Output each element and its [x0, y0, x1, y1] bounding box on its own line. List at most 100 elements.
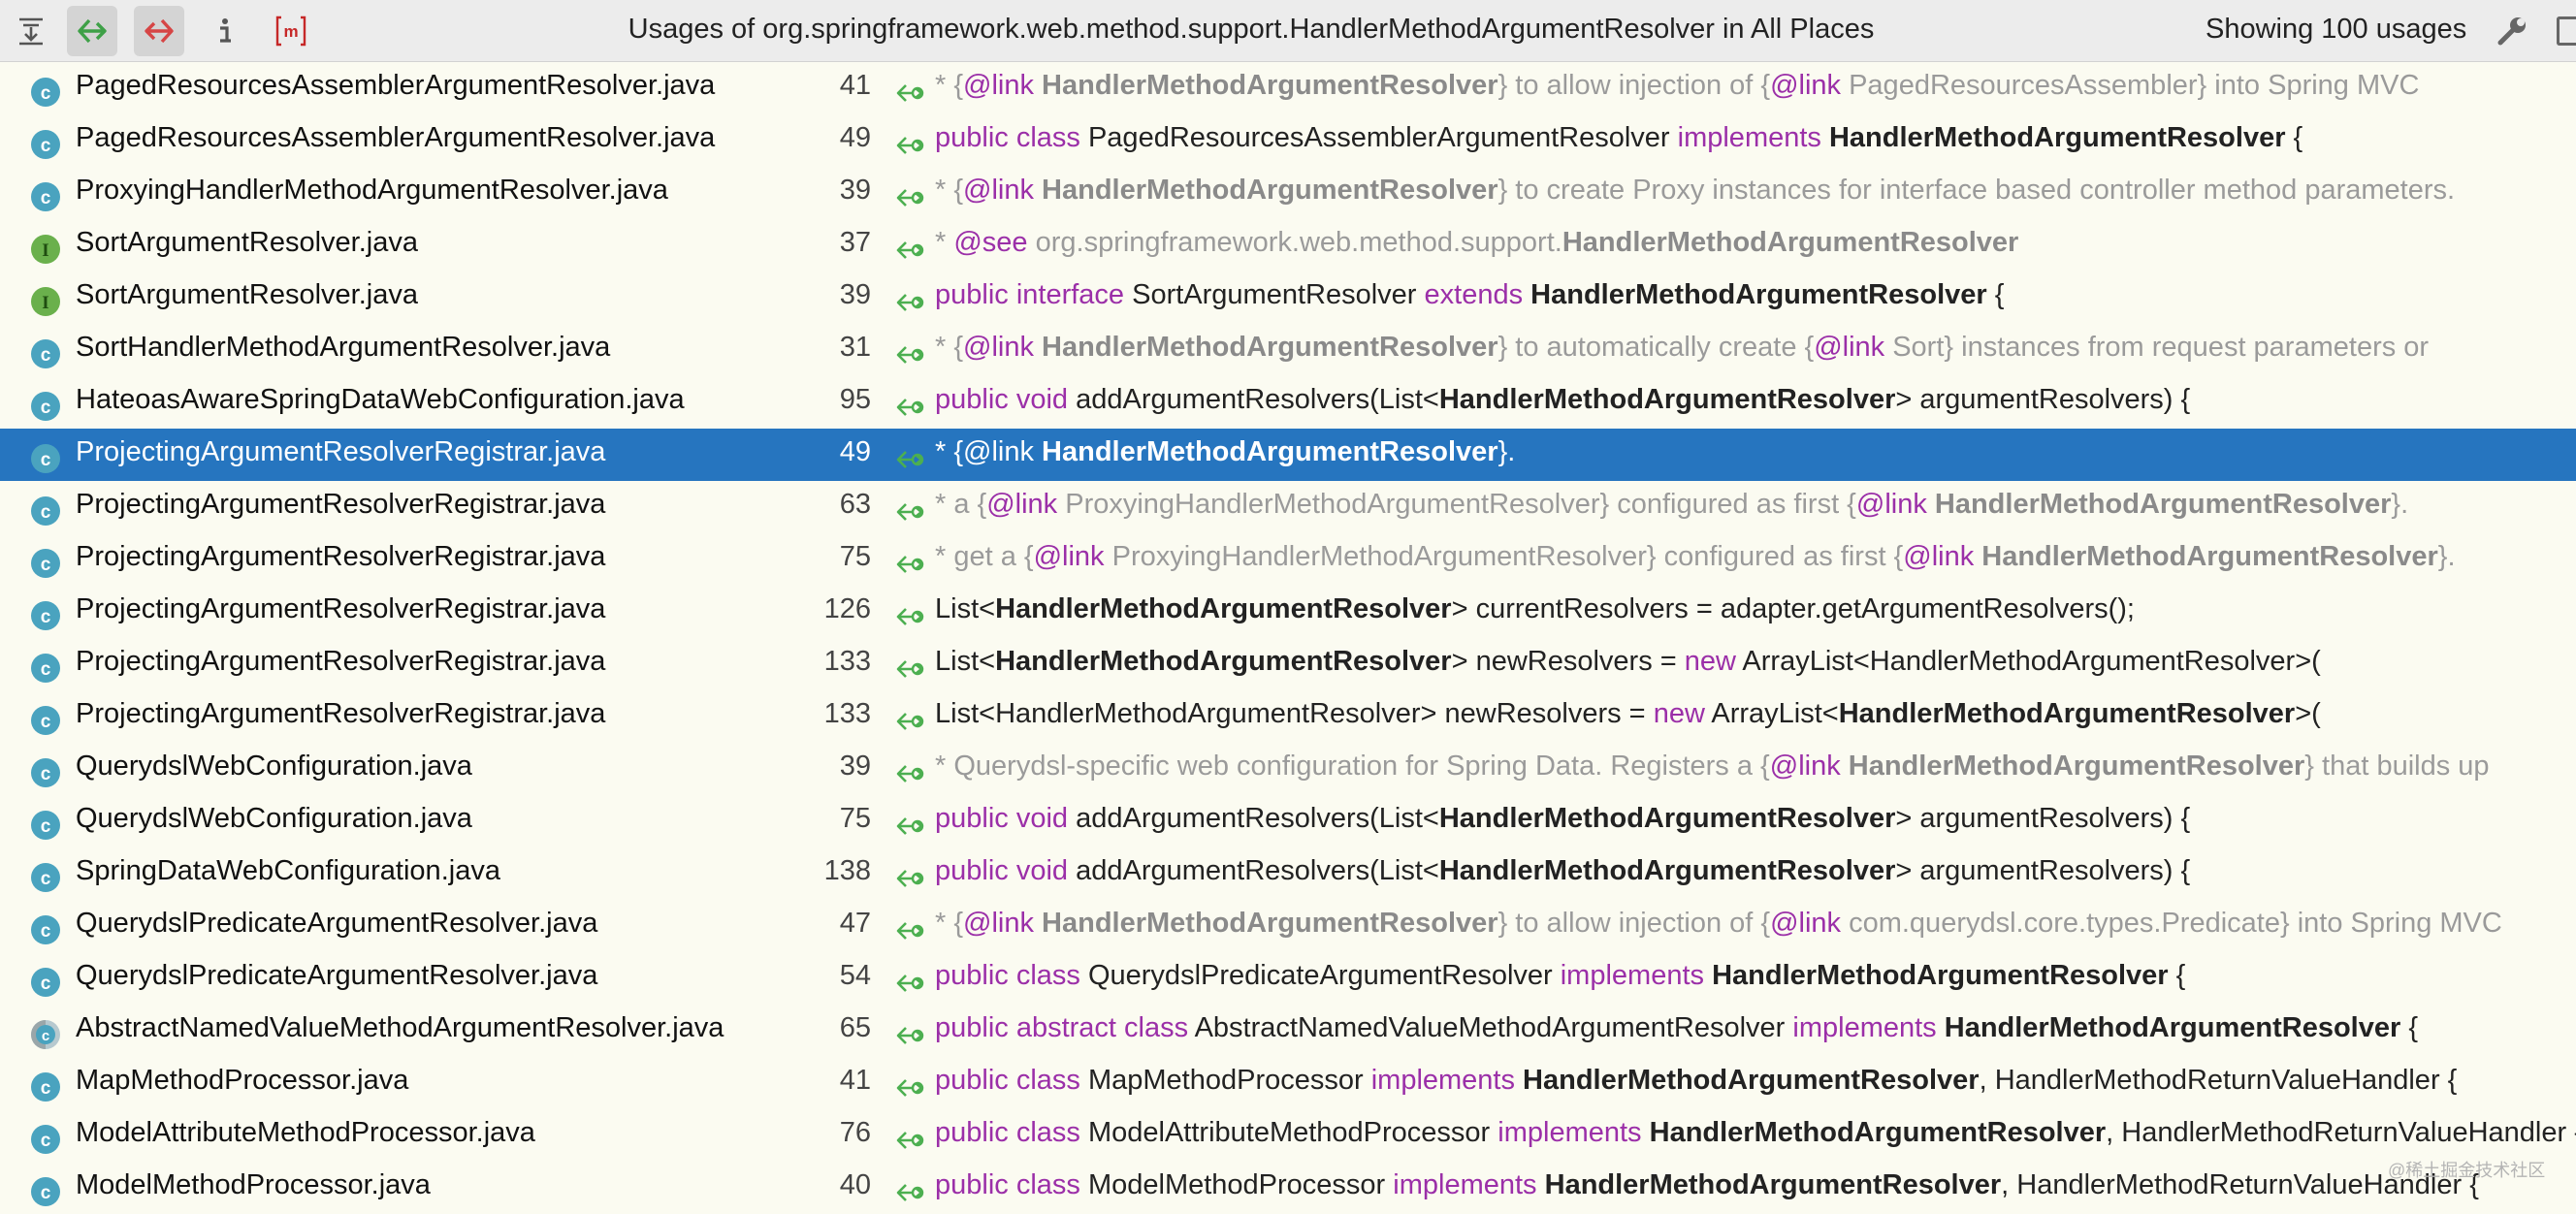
code-token-hit: HandlerMethodArgumentResolver	[1641, 1117, 2107, 1148]
code-token-txt: {	[2400, 1012, 2419, 1043]
usage-row[interactable]: I SortArgumentResolver.java 37 * @see org.…	[0, 219, 2576, 272]
usage-arrow-icon	[894, 391, 927, 424]
info-button[interactable]	[200, 6, 250, 56]
next-occurrence-button[interactable]	[134, 6, 184, 56]
code-token-hit: HandlerMethodArgumentResolver	[1936, 1012, 2401, 1043]
usage-code-snippet: * {@link HandlerMethodArgumentResolver} …	[935, 324, 2429, 376]
usage-row[interactable]: c ProjectingArgumentResolverRegistrar.jav…	[0, 690, 2576, 743]
code-token-kw: public void	[935, 855, 1069, 886]
code-token-doctag: @link	[963, 175, 1034, 206]
code-token-txt: > argumentResolvers) {	[1895, 384, 2191, 415]
usage-row[interactable]: c PagedResourcesAssemblerArgumentResolver…	[0, 62, 2576, 114]
code-token-txt: {	[2285, 122, 2303, 153]
usage-line-number: 54	[839, 960, 871, 991]
code-token-doc: * {	[935, 70, 964, 101]
usage-row[interactable]: c HateoasAwareSpringDataWebConfiguration.…	[0, 376, 2576, 429]
class-file-icon: c	[29, 337, 62, 370]
code-token-hit: HandlerMethodArgumentResolver	[1704, 960, 2169, 991]
usage-row[interactable]: c ProjectingArgumentResolverRegistrar.jav…	[0, 481, 2576, 533]
usage-code-snippet: * Querydsl-specific web configuration fo…	[935, 743, 2490, 795]
class-file-icon: c	[29, 390, 62, 423]
usage-row[interactable]: c ProjectingArgumentResolverRegistrar.jav…	[0, 638, 2576, 690]
code-token-txt: PagedResourcesAssemblerArgumentResolver	[1079, 122, 1678, 153]
usage-file-name: SortArgumentResolver.java	[76, 279, 418, 310]
usage-file-name: QuerydslWebConfiguration.java	[76, 803, 472, 834]
usage-row[interactable]: c ProjectingArgumentResolverRegistrar.jav…	[0, 533, 2576, 586]
usage-code-snippet: public class QuerydslPredicateArgumentRe…	[935, 952, 2185, 1005]
class-file-icon: c	[29, 547, 62, 580]
usage-row[interactable]: c ModelAttributeMethodProcessor.java 76 pub…	[0, 1109, 2576, 1162]
usage-row[interactable]: c QuerydslPredicateArgumentResolver.java 4…	[0, 900, 2576, 952]
code-token-kw: public void	[935, 384, 1069, 415]
code-token-kw: implements	[1792, 1012, 1937, 1043]
usage-line-number: 40	[839, 1169, 871, 1200]
usage-row[interactable]: c QuerydslWebConfiguration.java 39 * Query…	[0, 743, 2576, 795]
code-token-doc: * {	[935, 436, 964, 467]
settings-button[interactable]	[2487, 6, 2537, 56]
usage-line-number: 39	[839, 175, 871, 206]
usage-code-snippet: List<HandlerMethodArgumentResolver> newR…	[935, 638, 2321, 690]
code-token-hit: HandlerMethodArgumentResolver	[1438, 384, 1896, 415]
previous-occurrence-icon	[78, 18, 107, 44]
usage-code-snippet: public interface SortArgumentResolver ex…	[935, 272, 2004, 324]
usage-code-snippet: public class ModelAttributeMethodProcess…	[935, 1109, 2576, 1162]
usage-line-number: 138	[823, 855, 871, 886]
svg-text:c: c	[41, 450, 51, 470]
code-token-doc: }.	[2391, 489, 2409, 520]
code-token-kw: public void	[935, 803, 1069, 834]
code-token-doctag: @link	[963, 436, 1034, 467]
usage-row-selected[interactable]: c ProjectingArgumentResolverRegistrar.jav…	[0, 429, 2576, 481]
usage-code-snippet: * @see org.springframework.web.method.su…	[935, 219, 2018, 272]
usage-arrow-icon	[894, 495, 927, 528]
usage-row[interactable]: c QuerydslWebConfiguration.java 75 public v…	[0, 795, 2576, 847]
code-token-dochit: HandlerMethodArgumentResolver	[1033, 908, 1498, 939]
class-file-icon: c	[29, 1070, 62, 1103]
usage-row[interactable]: c AbstractNamedValueMethodArgumentResolve…	[0, 1005, 2576, 1057]
usage-row[interactable]: c SpringDataWebConfiguration.java 138 publi…	[0, 847, 2576, 900]
svg-text:c: c	[41, 869, 51, 889]
code-token-doc: } to allow injection of {	[1497, 908, 1771, 939]
code-token-hit: HandlerMethodArgumentResolver	[1536, 1169, 2002, 1200]
usage-code-snippet: * get a {@link ProxyingHandlerMethodArgu…	[935, 533, 2456, 586]
usage-file-name: SortArgumentResolver.java	[76, 227, 418, 258]
expand-all-button[interactable]	[6, 6, 56, 56]
code-token-doctag: @link	[1770, 70, 1842, 101]
usage-arrow-icon	[894, 653, 927, 686]
usage-code-snippet: public class MapMethodProcessor implemen…	[935, 1057, 2457, 1109]
code-token-kw: public class	[935, 122, 1080, 153]
code-token-doc: * {	[935, 908, 964, 939]
usage-row[interactable]: c ModelMethodProcessor.java 40 public class…	[0, 1162, 2576, 1214]
usage-row[interactable]: c ProxyingHandlerMethodArgumentResolver.j…	[0, 167, 2576, 219]
code-token-doc: } to allow injection of {	[1497, 70, 1771, 101]
svg-text:c: c	[41, 712, 51, 732]
code-token-txt: addArgumentResolvers(List<	[1068, 803, 1439, 834]
previous-occurrence-button[interactable]	[67, 6, 117, 56]
method-filter-button[interactable]: m	[266, 6, 316, 56]
class-file-icon: c	[29, 704, 62, 737]
usage-line-number: 49	[839, 122, 871, 153]
code-token-txt: {	[2168, 960, 2186, 991]
usage-arrow-icon	[894, 705, 927, 738]
usage-row[interactable]: c ProjectingArgumentResolverRegistrar.jav…	[0, 586, 2576, 638]
usages-title: Usages of org.springframework.web.method…	[628, 14, 1875, 45]
usage-row[interactable]: I SortArgumentResolver.java 39 public inter…	[0, 272, 2576, 324]
code-token-hit: HandlerMethodArgumentResolver	[1523, 279, 1987, 310]
code-token-txt: > argumentResolvers) {	[1895, 803, 2191, 834]
panel-edge-icon[interactable]	[2557, 16, 2576, 46]
svg-text:c: c	[41, 502, 51, 523]
next-occurrence-icon	[145, 18, 174, 44]
usage-row[interactable]: c PagedResourcesAssemblerArgumentResolver…	[0, 114, 2576, 167]
code-token-hit: HandlerMethodArgumentResolver	[1838, 698, 2296, 729]
svg-text:I: I	[42, 240, 48, 261]
usage-line-number: 41	[839, 70, 871, 101]
code-token-dochit: HandlerMethodArgumentResolver	[1033, 436, 1498, 467]
usage-row[interactable]: c SortHandlerMethodArgumentResolver.java 3…	[0, 324, 2576, 376]
class-file-icon: c	[29, 442, 62, 475]
svg-text:c: c	[41, 1131, 51, 1151]
usage-line-number: 41	[839, 1065, 871, 1096]
usage-row[interactable]: c MapMethodProcessor.java 41 public class M…	[0, 1057, 2576, 1109]
usage-row[interactable]: c QuerydslPredicateArgumentResolver.java 5…	[0, 952, 2576, 1005]
class-file-icon: c	[29, 128, 62, 161]
code-token-txt: SortArgumentResolver	[1124, 279, 1425, 310]
usage-arrow-icon	[894, 234, 927, 267]
